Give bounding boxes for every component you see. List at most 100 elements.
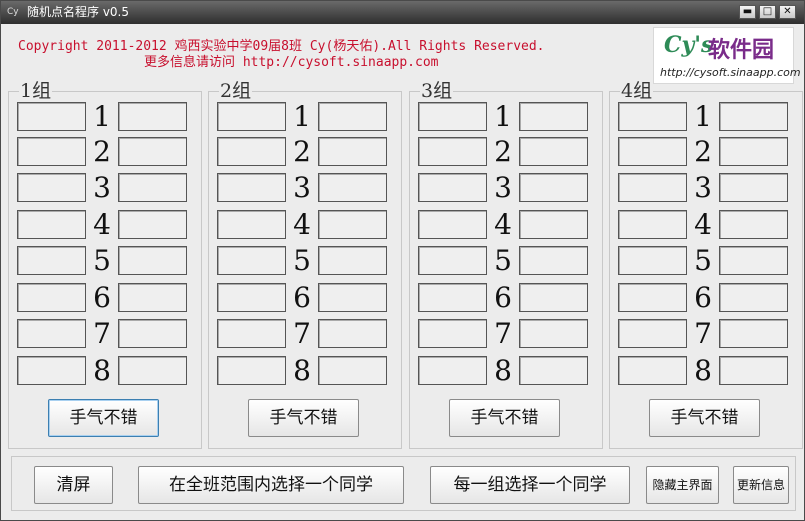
name-field-left[interactable] [418,173,487,202]
group-label: 3组 [420,80,454,102]
name-field-left[interactable] [618,102,687,131]
seat-number: 2 [494,135,512,168]
pick-each-group-button[interactable]: 每一组选择一个同学 [430,466,630,504]
lucky-button-group-4[interactable]: 手气不错 [649,399,760,437]
seat-number: 8 [494,354,512,387]
name-field-right[interactable] [719,246,788,275]
name-field-left[interactable] [217,102,286,131]
name-field-left[interactable] [418,210,487,239]
seat-number: 1 [93,100,111,133]
name-field-left[interactable] [618,173,687,202]
name-field-right[interactable] [719,210,788,239]
name-field-right[interactable] [519,173,588,202]
name-field-left[interactable] [17,137,86,166]
name-field-left[interactable] [17,173,86,202]
seat-number: 5 [494,244,512,277]
name-field-right[interactable] [519,102,588,131]
name-field-right[interactable] [318,137,387,166]
window-title: 随机点名程序 v0.5 [27,5,130,19]
seat-number: 2 [694,135,712,168]
name-field-right[interactable] [519,137,588,166]
close-button[interactable]: ✕ [779,5,796,19]
name-field-left[interactable] [17,246,86,275]
logo-cy-text: Cy's [664,32,714,58]
name-field-left[interactable] [418,319,487,348]
lucky-button-group-3[interactable]: 手气不错 [449,399,560,437]
group-label: 2组 [219,80,253,102]
name-field-right[interactable] [118,102,187,131]
name-field-right[interactable] [318,246,387,275]
name-field-right[interactable] [118,356,187,385]
name-field-right[interactable] [519,283,588,312]
name-field-left[interactable] [217,319,286,348]
main-window: Cy 随机点名程序 v0.5 ▬ □ ✕ Copyright 2011-2012… [0,0,805,521]
seat-number: 3 [293,171,311,204]
cysoft-logo: Cy's 软件园 http://cysoft.sinaapp.com [653,27,801,84]
name-field-left[interactable] [17,210,86,239]
name-field-left[interactable] [618,283,687,312]
hide-main-ui-button[interactable]: 隐藏主界面 [646,466,719,504]
seat-number: 1 [694,100,712,133]
name-field-right[interactable] [519,246,588,275]
name-field-left[interactable] [217,246,286,275]
name-field-right[interactable] [719,283,788,312]
name-field-right[interactable] [118,210,187,239]
name-field-right[interactable] [118,283,187,312]
name-field-left[interactable] [418,283,487,312]
name-field-left[interactable] [618,137,687,166]
name-field-right[interactable] [318,319,387,348]
name-field-right[interactable] [519,319,588,348]
seat-number: 6 [494,281,512,314]
seat-number: 6 [293,281,311,314]
name-field-right[interactable] [719,356,788,385]
update-info-button[interactable]: 更新信息 [733,466,789,504]
lucky-button-group-1[interactable]: 手气不错 [48,399,159,437]
name-field-left[interactable] [217,356,286,385]
name-field-right[interactable] [118,246,187,275]
name-field-right[interactable] [118,137,187,166]
pick-from-class-button[interactable]: 在全班范围内选择一个同学 [138,466,404,504]
name-field-left[interactable] [217,173,286,202]
name-field-left[interactable] [618,356,687,385]
name-field-left[interactable] [17,102,86,131]
lucky-button-group-2[interactable]: 手气不错 [248,399,359,437]
seat-number: 3 [694,171,712,204]
name-field-left[interactable] [217,210,286,239]
name-field-left[interactable] [418,246,487,275]
name-field-right[interactable] [719,319,788,348]
name-field-right[interactable] [118,319,187,348]
name-field-right[interactable] [519,356,588,385]
name-field-right[interactable] [719,102,788,131]
maximize-button[interactable]: □ [759,5,776,19]
seat-number: 7 [293,317,311,350]
seat-number: 7 [93,317,111,350]
name-field-right[interactable] [719,137,788,166]
name-field-left[interactable] [418,137,487,166]
name-field-left[interactable] [17,283,86,312]
title-bar[interactable]: Cy 随机点名程序 v0.5 ▬ □ ✕ [1,1,804,24]
name-field-left[interactable] [618,246,687,275]
seat-number: 4 [694,208,712,241]
name-field-left[interactable] [418,102,487,131]
seat-number: 3 [494,171,512,204]
seat-number: 8 [93,354,111,387]
clear-screen-button[interactable]: 清屏 [34,466,113,504]
name-field-right[interactable] [318,283,387,312]
name-field-left[interactable] [418,356,487,385]
seat-number: 6 [93,281,111,314]
name-field-right[interactable] [719,173,788,202]
name-field-right[interactable] [519,210,588,239]
name-field-right[interactable] [118,173,187,202]
name-field-right[interactable] [318,210,387,239]
minimize-button[interactable]: ▬ [739,5,756,19]
name-field-left[interactable] [17,356,86,385]
seat-number: 8 [293,354,311,387]
name-field-right[interactable] [318,356,387,385]
name-field-left[interactable] [217,283,286,312]
name-field-right[interactable] [318,102,387,131]
name-field-left[interactable] [217,137,286,166]
name-field-left[interactable] [618,210,687,239]
name-field-left[interactable] [17,319,86,348]
name-field-left[interactable] [618,319,687,348]
name-field-right[interactable] [318,173,387,202]
